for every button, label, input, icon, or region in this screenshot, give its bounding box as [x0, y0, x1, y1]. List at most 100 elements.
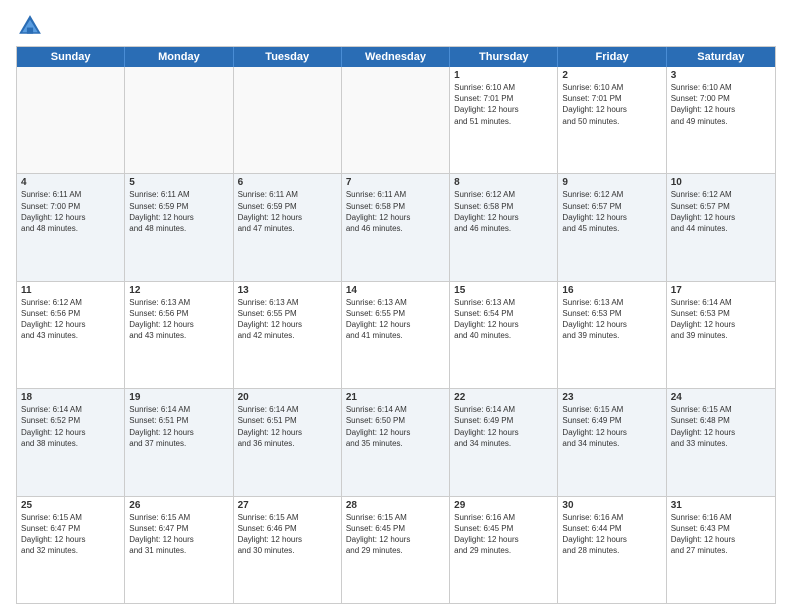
weekday-header: Thursday [450, 47, 558, 67]
day-info: Sunrise: 6:13 AM Sunset: 6:53 PM Dayligh… [562, 297, 661, 342]
calendar-day-cell: 3Sunrise: 6:10 AM Sunset: 7:00 PM Daylig… [667, 67, 775, 173]
day-info: Sunrise: 6:14 AM Sunset: 6:51 PM Dayligh… [238, 404, 337, 449]
day-info: Sunrise: 6:14 AM Sunset: 6:52 PM Dayligh… [21, 404, 120, 449]
calendar-day-cell: 12Sunrise: 6:13 AM Sunset: 6:56 PM Dayli… [125, 282, 233, 388]
calendar-day-cell: 31Sunrise: 6:16 AM Sunset: 6:43 PM Dayli… [667, 497, 775, 603]
calendar-day-cell: 5Sunrise: 6:11 AM Sunset: 6:59 PM Daylig… [125, 174, 233, 280]
day-number: 11 [21, 285, 120, 296]
day-info: Sunrise: 6:15 AM Sunset: 6:48 PM Dayligh… [671, 404, 771, 449]
day-number: 15 [454, 285, 553, 296]
calendar-day-cell: 8Sunrise: 6:12 AM Sunset: 6:58 PM Daylig… [450, 174, 558, 280]
calendar-day-cell: 18Sunrise: 6:14 AM Sunset: 6:52 PM Dayli… [17, 389, 125, 495]
day-number: 13 [238, 285, 337, 296]
calendar-day-cell: 14Sunrise: 6:13 AM Sunset: 6:55 PM Dayli… [342, 282, 450, 388]
day-info: Sunrise: 6:15 AM Sunset: 6:46 PM Dayligh… [238, 512, 337, 557]
calendar-row: 11Sunrise: 6:12 AM Sunset: 6:56 PM Dayli… [17, 282, 775, 389]
day-info: Sunrise: 6:11 AM Sunset: 6:58 PM Dayligh… [346, 189, 445, 234]
day-info: Sunrise: 6:12 AM Sunset: 6:58 PM Dayligh… [454, 189, 553, 234]
day-number: 9 [562, 177, 661, 188]
calendar-day-cell: 21Sunrise: 6:14 AM Sunset: 6:50 PM Dayli… [342, 389, 450, 495]
day-info: Sunrise: 6:14 AM Sunset: 6:49 PM Dayligh… [454, 404, 553, 449]
calendar-row: 18Sunrise: 6:14 AM Sunset: 6:52 PM Dayli… [17, 389, 775, 496]
logo-icon [16, 12, 44, 40]
day-number: 30 [562, 500, 661, 511]
calendar-day-cell: 6Sunrise: 6:11 AM Sunset: 6:59 PM Daylig… [234, 174, 342, 280]
day-info: Sunrise: 6:10 AM Sunset: 7:01 PM Dayligh… [562, 82, 661, 127]
day-info: Sunrise: 6:10 AM Sunset: 7:00 PM Dayligh… [671, 82, 771, 127]
day-info: Sunrise: 6:16 AM Sunset: 6:43 PM Dayligh… [671, 512, 771, 557]
calendar-empty-cell [342, 67, 450, 173]
day-number: 3 [671, 70, 771, 81]
calendar-day-cell: 10Sunrise: 6:12 AM Sunset: 6:57 PM Dayli… [667, 174, 775, 280]
day-info: Sunrise: 6:11 AM Sunset: 6:59 PM Dayligh… [129, 189, 228, 234]
calendar-day-cell: 4Sunrise: 6:11 AM Sunset: 7:00 PM Daylig… [17, 174, 125, 280]
calendar-empty-cell [234, 67, 342, 173]
day-info: Sunrise: 6:12 AM Sunset: 6:56 PM Dayligh… [21, 297, 120, 342]
calendar-day-cell: 15Sunrise: 6:13 AM Sunset: 6:54 PM Dayli… [450, 282, 558, 388]
day-info: Sunrise: 6:13 AM Sunset: 6:54 PM Dayligh… [454, 297, 553, 342]
calendar-row: 25Sunrise: 6:15 AM Sunset: 6:47 PM Dayli… [17, 497, 775, 603]
calendar-body: 1Sunrise: 6:10 AM Sunset: 7:01 PM Daylig… [17, 67, 775, 603]
day-info: Sunrise: 6:14 AM Sunset: 6:53 PM Dayligh… [671, 297, 771, 342]
calendar-day-cell: 20Sunrise: 6:14 AM Sunset: 6:51 PM Dayli… [234, 389, 342, 495]
day-number: 22 [454, 392, 553, 403]
calendar-day-cell: 2Sunrise: 6:10 AM Sunset: 7:01 PM Daylig… [558, 67, 666, 173]
day-number: 12 [129, 285, 228, 296]
calendar-header: SundayMondayTuesdayWednesdayThursdayFrid… [17, 47, 775, 67]
day-number: 21 [346, 392, 445, 403]
day-number: 31 [671, 500, 771, 511]
calendar-day-cell: 7Sunrise: 6:11 AM Sunset: 6:58 PM Daylig… [342, 174, 450, 280]
day-number: 10 [671, 177, 771, 188]
calendar-day-cell: 29Sunrise: 6:16 AM Sunset: 6:45 PM Dayli… [450, 497, 558, 603]
day-number: 2 [562, 70, 661, 81]
calendar-day-cell: 30Sunrise: 6:16 AM Sunset: 6:44 PM Dayli… [558, 497, 666, 603]
calendar-day-cell: 23Sunrise: 6:15 AM Sunset: 6:49 PM Dayli… [558, 389, 666, 495]
day-number: 24 [671, 392, 771, 403]
weekday-header: Saturday [667, 47, 775, 67]
calendar-empty-cell [17, 67, 125, 173]
calendar-day-cell: 27Sunrise: 6:15 AM Sunset: 6:46 PM Dayli… [234, 497, 342, 603]
calendar-day-cell: 28Sunrise: 6:15 AM Sunset: 6:45 PM Dayli… [342, 497, 450, 603]
calendar-day-cell: 17Sunrise: 6:14 AM Sunset: 6:53 PM Dayli… [667, 282, 775, 388]
day-number: 27 [238, 500, 337, 511]
day-number: 23 [562, 392, 661, 403]
day-info: Sunrise: 6:11 AM Sunset: 7:00 PM Dayligh… [21, 189, 120, 234]
day-number: 17 [671, 285, 771, 296]
calendar-day-cell: 22Sunrise: 6:14 AM Sunset: 6:49 PM Dayli… [450, 389, 558, 495]
day-info: Sunrise: 6:12 AM Sunset: 6:57 PM Dayligh… [671, 189, 771, 234]
day-info: Sunrise: 6:13 AM Sunset: 6:55 PM Dayligh… [346, 297, 445, 342]
day-number: 20 [238, 392, 337, 403]
weekday-header: Sunday [17, 47, 125, 67]
calendar-day-cell: 11Sunrise: 6:12 AM Sunset: 6:56 PM Dayli… [17, 282, 125, 388]
day-info: Sunrise: 6:16 AM Sunset: 6:44 PM Dayligh… [562, 512, 661, 557]
calendar-day-cell: 26Sunrise: 6:15 AM Sunset: 6:47 PM Dayli… [125, 497, 233, 603]
day-number: 26 [129, 500, 228, 511]
weekday-header: Wednesday [342, 47, 450, 67]
day-number: 5 [129, 177, 228, 188]
page: SundayMondayTuesdayWednesdayThursdayFrid… [0, 0, 792, 612]
day-info: Sunrise: 6:11 AM Sunset: 6:59 PM Dayligh… [238, 189, 337, 234]
calendar-row: 4Sunrise: 6:11 AM Sunset: 7:00 PM Daylig… [17, 174, 775, 281]
calendar-day-cell: 16Sunrise: 6:13 AM Sunset: 6:53 PM Dayli… [558, 282, 666, 388]
day-info: Sunrise: 6:15 AM Sunset: 6:47 PM Dayligh… [129, 512, 228, 557]
day-info: Sunrise: 6:14 AM Sunset: 6:50 PM Dayligh… [346, 404, 445, 449]
day-info: Sunrise: 6:13 AM Sunset: 6:56 PM Dayligh… [129, 297, 228, 342]
day-number: 16 [562, 285, 661, 296]
calendar: SundayMondayTuesdayWednesdayThursdayFrid… [16, 46, 776, 604]
day-number: 6 [238, 177, 337, 188]
day-number: 4 [21, 177, 120, 188]
day-number: 28 [346, 500, 445, 511]
day-info: Sunrise: 6:15 AM Sunset: 6:49 PM Dayligh… [562, 404, 661, 449]
day-number: 7 [346, 177, 445, 188]
header [16, 12, 776, 40]
day-info: Sunrise: 6:13 AM Sunset: 6:55 PM Dayligh… [238, 297, 337, 342]
weekday-header: Monday [125, 47, 233, 67]
day-info: Sunrise: 6:10 AM Sunset: 7:01 PM Dayligh… [454, 82, 553, 127]
day-info: Sunrise: 6:14 AM Sunset: 6:51 PM Dayligh… [129, 404, 228, 449]
day-info: Sunrise: 6:12 AM Sunset: 6:57 PM Dayligh… [562, 189, 661, 234]
day-number: 25 [21, 500, 120, 511]
day-info: Sunrise: 6:16 AM Sunset: 6:45 PM Dayligh… [454, 512, 553, 557]
day-info: Sunrise: 6:15 AM Sunset: 6:47 PM Dayligh… [21, 512, 120, 557]
calendar-empty-cell [125, 67, 233, 173]
day-number: 1 [454, 70, 553, 81]
